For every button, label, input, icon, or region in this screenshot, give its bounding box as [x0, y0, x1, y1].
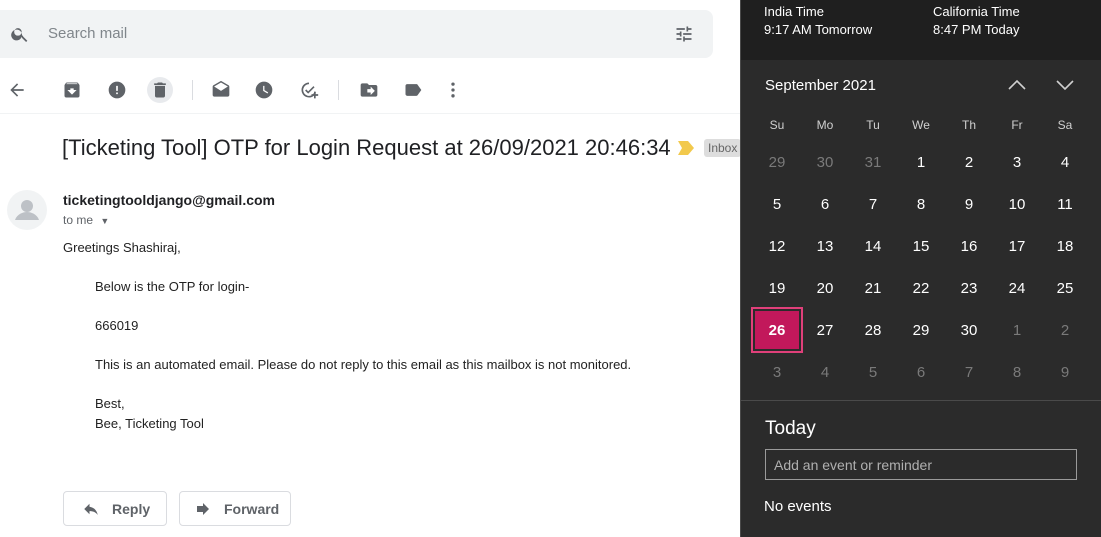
calendar-day[interactable]: 31 — [849, 141, 897, 183]
calendar-day[interactable]: 9 — [1041, 351, 1089, 393]
forward-icon — [197, 502, 209, 515]
previous-month-chevron-up-icon[interactable] — [1007, 76, 1027, 94]
calendar-day[interactable]: 15 — [897, 225, 945, 267]
calendar-day[interactable]: 5 — [753, 183, 801, 225]
weekday-label: Fr — [1011, 118, 1023, 132]
more-options-icon[interactable] — [443, 80, 463, 100]
calendar-day[interactable]: 18 — [1041, 225, 1089, 267]
reply-icon — [84, 503, 98, 515]
toolbar-separator — [192, 80, 193, 100]
email-signoff: Best, — [95, 396, 125, 411]
label-icon[interactable] — [403, 80, 423, 100]
mark-unread-icon[interactable] — [211, 80, 231, 100]
clock-time: 9:17 AM Tomorrow — [764, 22, 873, 37]
reply-button[interactable]: Reply — [63, 491, 167, 526]
calendar-day[interactable]: 3 — [753, 351, 801, 393]
email-subject: [Ticketing Tool] OTP for Login Request a… — [62, 135, 671, 160]
avatar — [7, 190, 47, 230]
calendar-day[interactable]: 7 — [945, 351, 993, 393]
calendar-day[interactable]: 23 — [945, 267, 993, 309]
move-to-icon[interactable] — [359, 80, 379, 100]
calendar-day[interactable]: 21 — [849, 267, 897, 309]
flyout-divider — [741, 400, 1101, 401]
forward-button[interactable]: Forward — [179, 491, 291, 526]
weekday-label: Tu — [866, 118, 880, 132]
report-spam-icon[interactable] — [107, 80, 127, 100]
search-icon[interactable] — [10, 24, 30, 44]
calendar-day[interactable]: 13 — [801, 225, 849, 267]
calendar-day[interactable]: 3 — [993, 141, 1041, 183]
weekday-label: Su — [769, 118, 785, 132]
calendar-day[interactable]: 6 — [801, 183, 849, 225]
back-arrow-icon[interactable] — [7, 80, 27, 100]
calendar-day[interactable]: 30 — [945, 309, 993, 351]
search-input[interactable]: Search mail — [48, 25, 127, 42]
reply-label: Reply — [112, 500, 151, 517]
weekday-label: We — [912, 118, 930, 132]
forward-label: Forward — [224, 500, 280, 517]
calendar-day[interactable]: 30 — [801, 141, 849, 183]
toolbar-divider — [0, 113, 741, 114]
calendar-day[interactable]: 4 — [801, 351, 849, 393]
calendar-day[interactable]: 4 — [1041, 141, 1089, 183]
calendar-day[interactable]: 7 — [849, 183, 897, 225]
calendar-day[interactable]: 27 — [801, 309, 849, 351]
weekday-label: Sa — [1057, 118, 1073, 132]
otp-code: 666019 — [95, 318, 139, 333]
email-greeting: Greetings Shashiraj, — [63, 240, 181, 255]
delete-icon[interactable] — [150, 80, 170, 100]
calendar-day[interactable]: 24 — [993, 267, 1041, 309]
calendar-day[interactable]: 20 — [801, 267, 849, 309]
snooze-icon[interactable] — [254, 80, 274, 100]
clock-name: India Time — [764, 4, 824, 19]
calendar-day[interactable]: 29 — [753, 141, 801, 183]
calendar-day[interactable]: 25 — [1041, 267, 1089, 309]
calendar-day[interactable]: 12 — [753, 225, 801, 267]
calendar-day[interactable]: 1 — [993, 309, 1041, 351]
calendar-day[interactable]: 1 — [897, 141, 945, 183]
calendar-day[interactable]: 28 — [849, 309, 897, 351]
calendar-day[interactable]: 8 — [993, 351, 1041, 393]
calendar-day[interactable]: 29 — [897, 309, 945, 351]
calendar-day[interactable]: 8 — [897, 183, 945, 225]
importance-marker-icon[interactable] — [678, 141, 694, 155]
calendar-day[interactable]: 22 — [897, 267, 945, 309]
next-month-chevron-down-icon[interactable] — [1055, 76, 1075, 94]
archive-icon[interactable] — [62, 80, 82, 100]
recipient-summary[interactable]: to me ▼ — [63, 213, 109, 227]
no-events-text: No events — [764, 498, 832, 515]
email-body-line: This is an automated email. Please do no… — [95, 357, 632, 372]
agenda-title: Today — [765, 418, 816, 439]
calendar-day[interactable]: 16 — [945, 225, 993, 267]
weekday-label: Th — [961, 118, 976, 132]
calendar-month-title[interactable]: September 2021 — [765, 77, 876, 94]
calendar-day[interactable]: 14 — [849, 225, 897, 267]
weekday-label: Mo — [816, 118, 834, 132]
chevron-down-icon[interactable]: ▼ — [100, 216, 109, 226]
clock-name: California Time — [933, 4, 1020, 19]
calendar-day[interactable]: 10 — [993, 183, 1041, 225]
calendar-day[interactable]: 2 — [945, 141, 993, 183]
calendar-day[interactable]: 6 — [897, 351, 945, 393]
toolbar-separator — [338, 80, 339, 100]
add-event-input[interactable] — [765, 449, 1077, 480]
calendar-day[interactable]: 2 — [1041, 309, 1089, 351]
email-signature: Bee, Ticketing Tool — [95, 416, 204, 431]
calendar-day[interactable]: 19 — [753, 267, 801, 309]
calendar-day[interactable]: 11 — [1041, 183, 1089, 225]
sender-email[interactable]: ticketingtooldjango@gmail.com — [63, 192, 275, 208]
calendar-day[interactable]: 17 — [993, 225, 1041, 267]
calendar-day[interactable]: 9 — [945, 183, 993, 225]
clock-time: 8:47 PM Today — [933, 22, 1020, 37]
calendar-day-selected[interactable]: 26 — [751, 307, 803, 353]
add-task-icon[interactable] — [299, 80, 319, 100]
recipient-label: to me — [63, 213, 94, 227]
inbox-label-chip[interactable]: Inbox — [704, 139, 742, 157]
search-options-icon[interactable] — [674, 24, 694, 44]
calendar-day[interactable]: 5 — [849, 351, 897, 393]
email-body-line: Below is the OTP for login- — [95, 279, 250, 294]
